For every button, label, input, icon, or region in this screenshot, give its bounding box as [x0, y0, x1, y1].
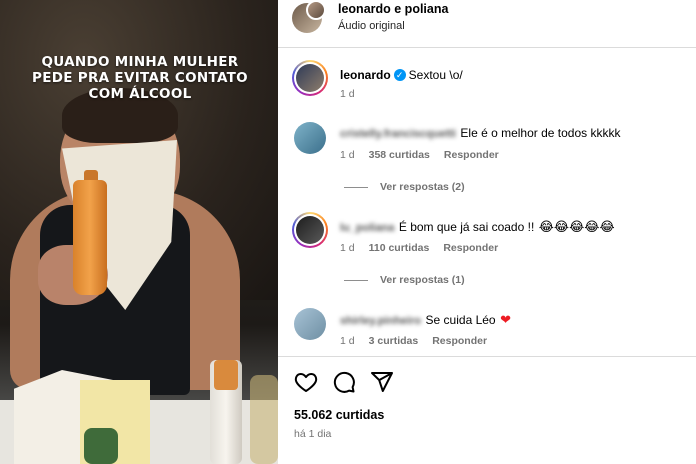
comment-time: 1 d: [340, 335, 355, 347]
caption-avatar-image: [296, 64, 324, 92]
comment-username[interactable]: cristelly.franciscquetti: [340, 128, 456, 140]
comment-text: Se cuida Léo: [425, 313, 496, 327]
comment-meta: 1 d 3 curtidas Responder: [340, 335, 501, 347]
comment-text: Ele é o melhor de todos kkkkk: [460, 126, 621, 140]
comment-line: shirley.pinheiro Se cuida Léo ❤: [340, 311, 511, 329]
verified-badge-icon: ✓: [393, 68, 406, 81]
comment-username[interactable]: shirley.pinheiro: [340, 315, 421, 327]
comment-likes[interactable]: 358 curtidas: [369, 149, 430, 161]
send-icon[interactable]: [370, 370, 394, 394]
video-bottle: [73, 180, 107, 295]
comment-meta: 1 d 358 curtidas Responder: [340, 149, 513, 161]
comment-time: 1 d: [340, 242, 355, 254]
comment-avatar[interactable]: [294, 122, 326, 154]
video-green-bottle: [84, 428, 118, 464]
post-panel: leonardo e poliana Áudio original leonar…: [278, 0, 696, 464]
replies-line: [344, 279, 368, 281]
comment-time: 1 d: [340, 149, 355, 161]
post-author-names[interactable]: leonardo e poliana: [338, 2, 448, 16]
video-glass: [250, 375, 278, 464]
audio-label[interactable]: Áudio original: [338, 20, 405, 32]
post-video[interactable]: QUANDO MINHA MULHER PEDE PRA EVITAR CONT…: [0, 0, 278, 464]
reply-button[interactable]: Responder: [443, 242, 498, 254]
replies-line: [344, 186, 368, 188]
comment-meta: 1 d 110 curtidas Responder: [340, 242, 512, 254]
comment-text: É bom que já sai coado !!: [398, 220, 535, 234]
coauthor-avatar[interactable]: [306, 0, 326, 20]
video-jar-top: [214, 360, 238, 390]
post-header: leonardo e poliana Áudio original: [278, 0, 696, 48]
heart-emoji: ❤: [500, 313, 511, 328]
post-time-ago[interactable]: há 1 dia: [294, 428, 331, 440]
caption-time: 1 d: [340, 88, 355, 100]
comment-emoji: 😂😂😂😂😂: [538, 220, 615, 235]
comment-line: lu_poliana É bom que já sai coado !! 😂😂😂…: [340, 218, 615, 236]
comment-avatar[interactable]: [294, 308, 326, 340]
comment-likes[interactable]: 110 curtidas: [369, 242, 430, 254]
reply-button[interactable]: Responder: [444, 149, 499, 161]
reply-button[interactable]: Responder: [432, 335, 487, 347]
caption-text: Sextou \o/: [408, 68, 463, 82]
caption-line: leonardo ✓ Sextou \o/: [340, 66, 463, 84]
actions-divider: [278, 356, 696, 357]
view-replies-label: Ver respostas (1): [380, 274, 465, 286]
heart-icon[interactable]: [294, 370, 318, 394]
view-replies-button[interactable]: Ver respostas (2): [344, 181, 465, 193]
caption-username[interactable]: leonardo: [340, 68, 391, 82]
comment-likes[interactable]: 3 curtidas: [369, 335, 419, 347]
post-likes-count[interactable]: 55.062 curtidas: [294, 408, 384, 422]
view-replies-label: Ver respostas (2): [380, 181, 465, 193]
caption-avatar[interactable]: [292, 60, 328, 96]
caption-meta: 1 d: [340, 88, 369, 100]
comment-icon[interactable]: [332, 370, 356, 394]
view-replies-button[interactable]: Ver respostas (1): [344, 274, 465, 286]
video-overlay-text: QUANDO MINHA MULHER PEDE PRA EVITAR CONT…: [32, 54, 248, 102]
comment-username[interactable]: lu_poliana: [340, 222, 394, 234]
comment-avatar-image: [296, 216, 324, 244]
comment-avatar[interactable]: [292, 212, 328, 248]
comment-line: cristelly.franciscquetti Ele é o melhor …: [340, 124, 620, 142]
